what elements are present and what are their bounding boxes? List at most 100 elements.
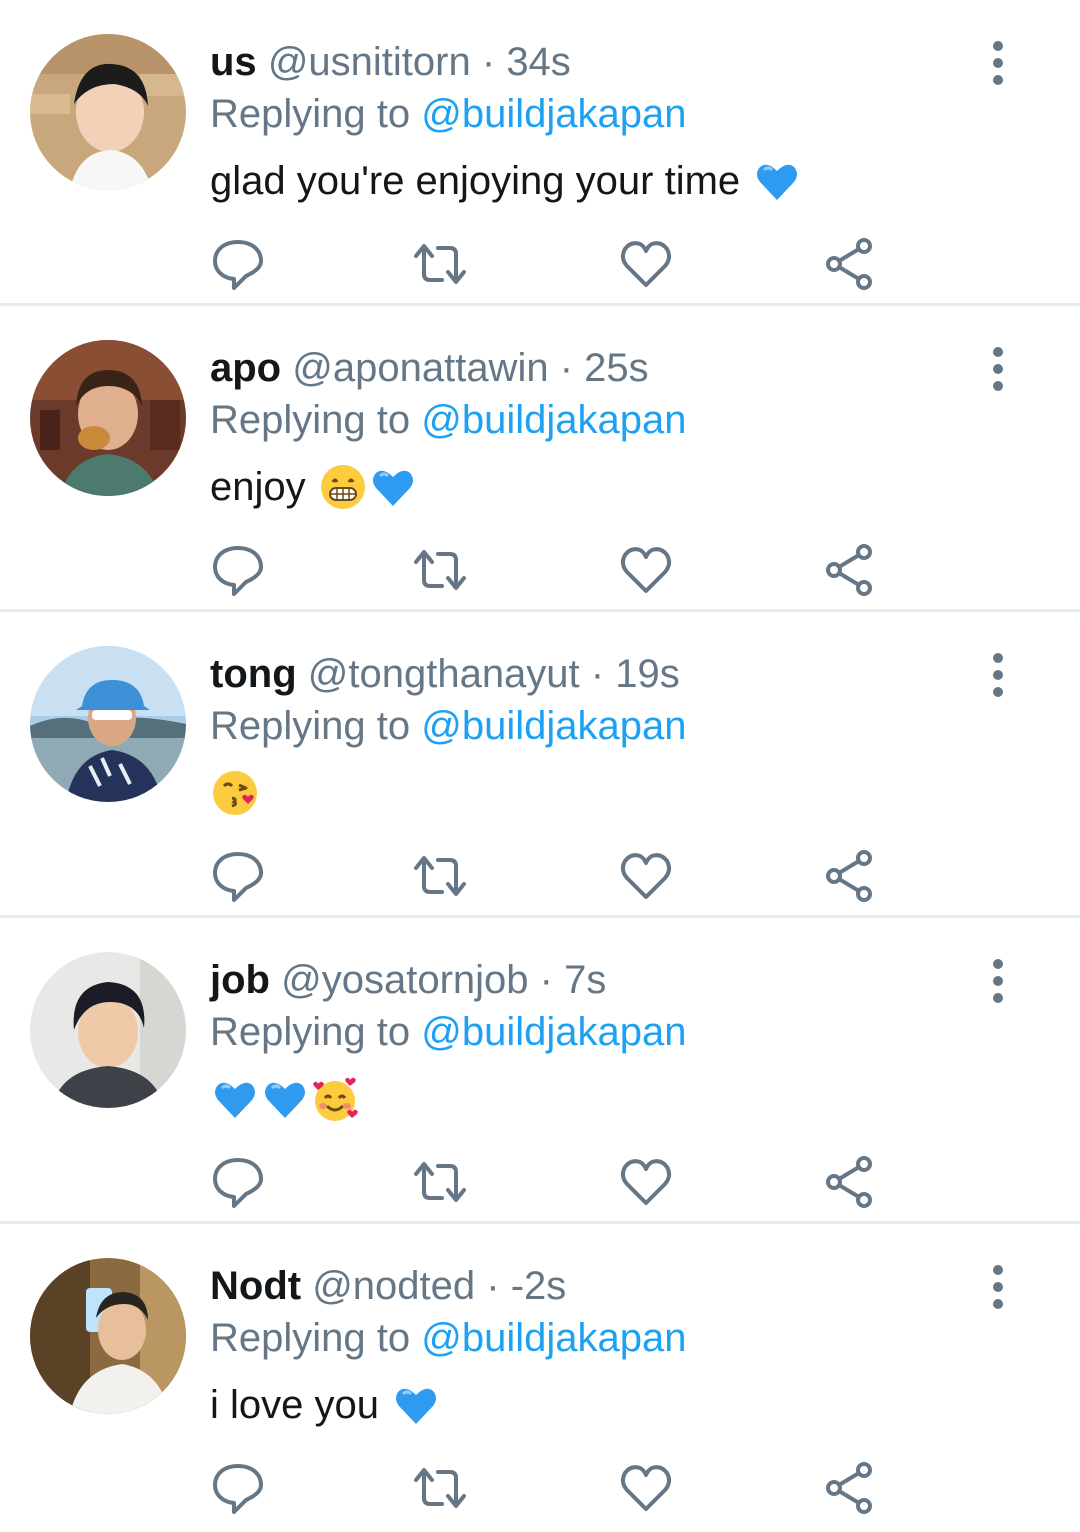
- replying-to-line: Replying to @buildjakapan: [210, 392, 686, 448]
- grinning-face-emoji: [318, 462, 368, 512]
- mention-link[interactable]: @buildjakapan: [421, 92, 686, 136]
- display-name[interactable]: us: [210, 40, 257, 84]
- display-name[interactable]: Nodt: [210, 1264, 301, 1308]
- reply-icon: [213, 1464, 263, 1514]
- reply-icon: [213, 546, 263, 596]
- more-options-button[interactable]: [976, 954, 1020, 1014]
- retweet-icon: [414, 856, 466, 896]
- separator-dot: ·: [539, 958, 553, 1002]
- separator-dot: ·: [481, 40, 496, 84]
- reply-icon: [213, 1158, 263, 1208]
- tweet-text-content: enjoy: [210, 465, 306, 509]
- username-handle[interactable]: @yosatornjob: [281, 958, 528, 1002]
- like-button[interactable]: [618, 1460, 674, 1516]
- username-handle[interactable]: @tongthanayut: [308, 652, 580, 696]
- kissing-face-emoji: [210, 768, 260, 818]
- display-name[interactable]: job: [210, 958, 270, 1002]
- tweet[interactable]: Nodt @nodted · -2s Replying to @buildjak…: [0, 1224, 1080, 1530]
- reply-icon: [213, 852, 263, 902]
- timestamp[interactable]: -2s: [511, 1264, 567, 1308]
- retweet-icon: [414, 550, 466, 590]
- share-icon: [826, 850, 872, 902]
- heart-icon: [620, 241, 672, 287]
- share-icon: [826, 1462, 872, 1514]
- avatar[interactable]: [30, 646, 186, 802]
- username-handle[interactable]: @aponattawin: [292, 346, 548, 390]
- tweet[interactable]: apo @aponattawin · 25s Replying to @buil…: [0, 306, 1080, 612]
- tweet-header: us @usnititorn · 34s: [210, 34, 571, 90]
- display-name[interactable]: tong: [210, 652, 297, 696]
- separator-dot: ·: [590, 652, 605, 696]
- reply-icon: [213, 240, 263, 290]
- retweet-button[interactable]: [412, 1154, 468, 1210]
- tweet-text-content: glad you're enjoying your time: [210, 159, 741, 203]
- like-button[interactable]: [618, 542, 674, 598]
- timestamp[interactable]: 19s: [615, 652, 680, 696]
- timestamp[interactable]: 7s: [564, 958, 606, 1002]
- more-options-button[interactable]: [976, 1260, 1020, 1320]
- avatar[interactable]: [30, 1258, 186, 1414]
- mention-link[interactable]: @buildjakapan: [421, 1316, 686, 1360]
- avatar[interactable]: [30, 34, 186, 190]
- replying-to-label: Replying to: [210, 398, 411, 442]
- reply-button[interactable]: [210, 542, 266, 598]
- tweet-text: [210, 764, 260, 822]
- share-button[interactable]: [822, 236, 878, 292]
- mention-link[interactable]: @buildjakapan: [421, 398, 686, 442]
- tweet-text: glad you're enjoying your time: [210, 152, 802, 210]
- tweet-actions: [210, 542, 910, 602]
- tweet-actions: [210, 1154, 910, 1214]
- retweet-icon: [414, 1162, 466, 1202]
- blue-heart-emoji: [752, 156, 802, 206]
- reply-button[interactable]: [210, 1460, 266, 1516]
- retweet-button[interactable]: [412, 236, 468, 292]
- share-icon: [826, 1156, 872, 1208]
- like-button[interactable]: [618, 236, 674, 292]
- tweet[interactable]: job @yosatornjob · 7s Replying to @build…: [0, 918, 1080, 1224]
- avatar[interactable]: [30, 952, 186, 1108]
- blue-heart-emoji: [260, 1074, 310, 1124]
- share-icon: [826, 238, 872, 290]
- blue-heart-emoji: [368, 462, 418, 512]
- reply-button[interactable]: [210, 236, 266, 292]
- tweet-actions: [210, 1460, 910, 1520]
- tweet-header: apo @aponattawin · 25s: [210, 340, 649, 396]
- share-button[interactable]: [822, 848, 878, 904]
- replying-to-line: Replying to @buildjakapan: [210, 86, 686, 142]
- share-button[interactable]: [822, 1460, 878, 1516]
- blue-heart-emoji: [210, 1074, 260, 1124]
- display-name[interactable]: apo: [210, 346, 281, 390]
- timestamp[interactable]: 34s: [506, 40, 571, 84]
- reply-button[interactable]: [210, 848, 266, 904]
- like-button[interactable]: [618, 1154, 674, 1210]
- heart-icon: [620, 1159, 672, 1205]
- replying-to-label: Replying to: [210, 92, 411, 136]
- username-handle[interactable]: @usnititorn: [268, 40, 471, 84]
- reply-button[interactable]: [210, 1154, 266, 1210]
- tweet[interactable]: us @usnititorn · 34s Replying to @buildj…: [0, 0, 1080, 306]
- more-options-button[interactable]: [976, 342, 1020, 402]
- retweet-button[interactable]: [412, 542, 468, 598]
- tweet-header: job @yosatornjob · 7s: [210, 952, 606, 1008]
- retweet-button[interactable]: [412, 848, 468, 904]
- more-options-button[interactable]: [976, 648, 1020, 708]
- replying-to-label: Replying to: [210, 1010, 411, 1054]
- tweet[interactable]: tong @tongthanayut · 19s Replying to @bu…: [0, 612, 1080, 918]
- retweet-button[interactable]: [412, 1460, 468, 1516]
- replying-to-line: Replying to @buildjakapan: [210, 1004, 686, 1060]
- share-icon: [826, 544, 872, 596]
- heart-icon: [620, 547, 672, 593]
- more-options-button[interactable]: [976, 36, 1020, 96]
- replying-to-line: Replying to @buildjakapan: [210, 1310, 686, 1366]
- tweet-text: enjoy: [210, 458, 418, 516]
- share-button[interactable]: [822, 1154, 878, 1210]
- avatar[interactable]: [30, 340, 186, 496]
- like-button[interactable]: [618, 848, 674, 904]
- share-button[interactable]: [822, 542, 878, 598]
- username-handle[interactable]: @nodted: [312, 1264, 475, 1308]
- mention-link[interactable]: @buildjakapan: [421, 704, 686, 748]
- timestamp[interactable]: 25s: [584, 346, 649, 390]
- mention-link[interactable]: @buildjakapan: [421, 1010, 686, 1054]
- tweet-text-content: i love you: [210, 1383, 379, 1427]
- tweet-header: Nodt @nodted · -2s: [210, 1258, 566, 1314]
